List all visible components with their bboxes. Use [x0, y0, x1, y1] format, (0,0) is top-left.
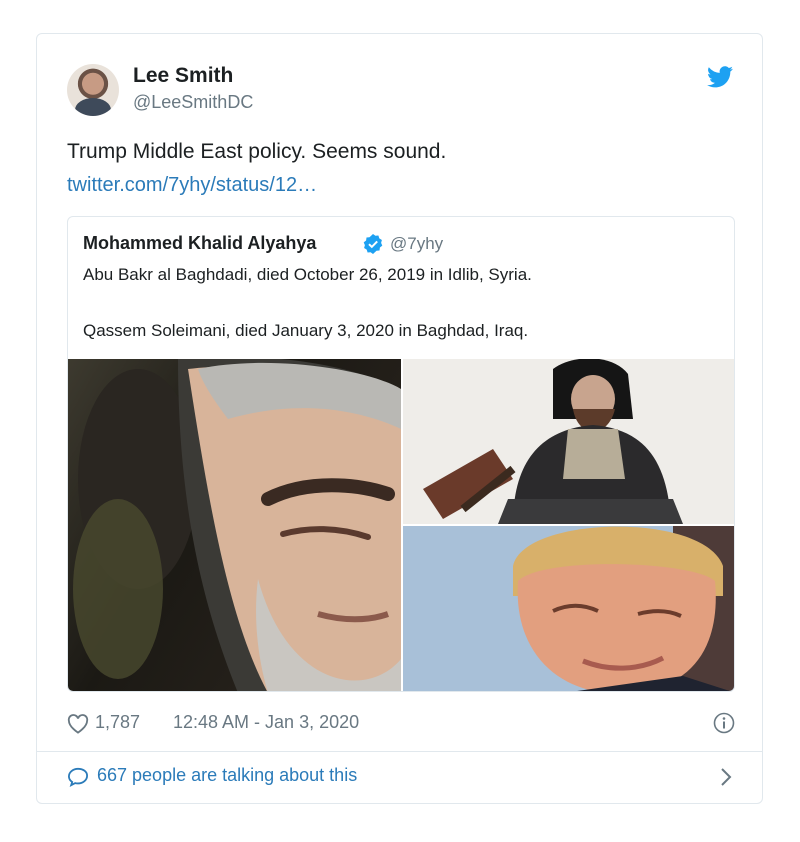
quoted-author-name[interactable]: Mohammed Khalid Alyahya	[83, 233, 316, 254]
photo-portrait-bottom-right[interactable]	[403, 526, 734, 691]
speech-bubble-icon	[67, 767, 89, 787]
verified-badge-icon	[363, 234, 383, 254]
divider	[37, 751, 762, 752]
tweet-link[interactable]: twitter.com/7yhy/status/12…	[67, 174, 317, 197]
chevron-right-icon[interactable]	[719, 766, 733, 788]
quoted-tweet[interactable]: Mohammed Khalid Alyahya @7yhy Abu Bakr a…	[67, 216, 735, 692]
tweet-footer: 1,787 12:48 AM - Jan 3, 2020	[67, 712, 735, 738]
heart-icon[interactable]	[67, 714, 89, 734]
avatar-shirt	[75, 98, 111, 116]
author-handle[interactable]: @LeeSmithDC	[133, 92, 253, 113]
photo-portrait-left[interactable]	[68, 359, 401, 691]
photo-portrait-bottom-right-art	[403, 526, 734, 691]
conversation-count[interactable]: 667 people are talking about this	[97, 765, 357, 786]
tweet-timestamp[interactable]: 12:48 AM - Jan 3, 2020	[173, 712, 359, 733]
tweet-text: Trump Middle East policy. Seems sound.	[67, 140, 447, 163]
avatar[interactable]	[67, 64, 119, 116]
photo-seated-figure[interactable]	[403, 359, 734, 524]
photo-portrait-left-art	[73, 359, 401, 691]
quoted-author-handle[interactable]: @7yhy	[390, 234, 443, 254]
quoted-text-line-1: Abu Bakr al Baghdadi, died October 26, 2…	[83, 265, 532, 284]
tweet-embed-card: Lee Smith @LeeSmithDC Trump Middle East …	[36, 33, 763, 804]
quoted-text-line-2: Qassem Soleimani, died January 3, 2020 i…	[83, 321, 529, 340]
like-count[interactable]: 1,787	[95, 712, 140, 733]
conversation-link[interactable]: 667 people are talking about this	[67, 765, 735, 791]
author-display-name[interactable]: Lee Smith	[133, 64, 233, 88]
info-icon[interactable]	[713, 712, 735, 734]
photo-seated-figure-art	[403, 359, 734, 524]
twitter-bird-icon[interactable]	[707, 66, 733, 88]
